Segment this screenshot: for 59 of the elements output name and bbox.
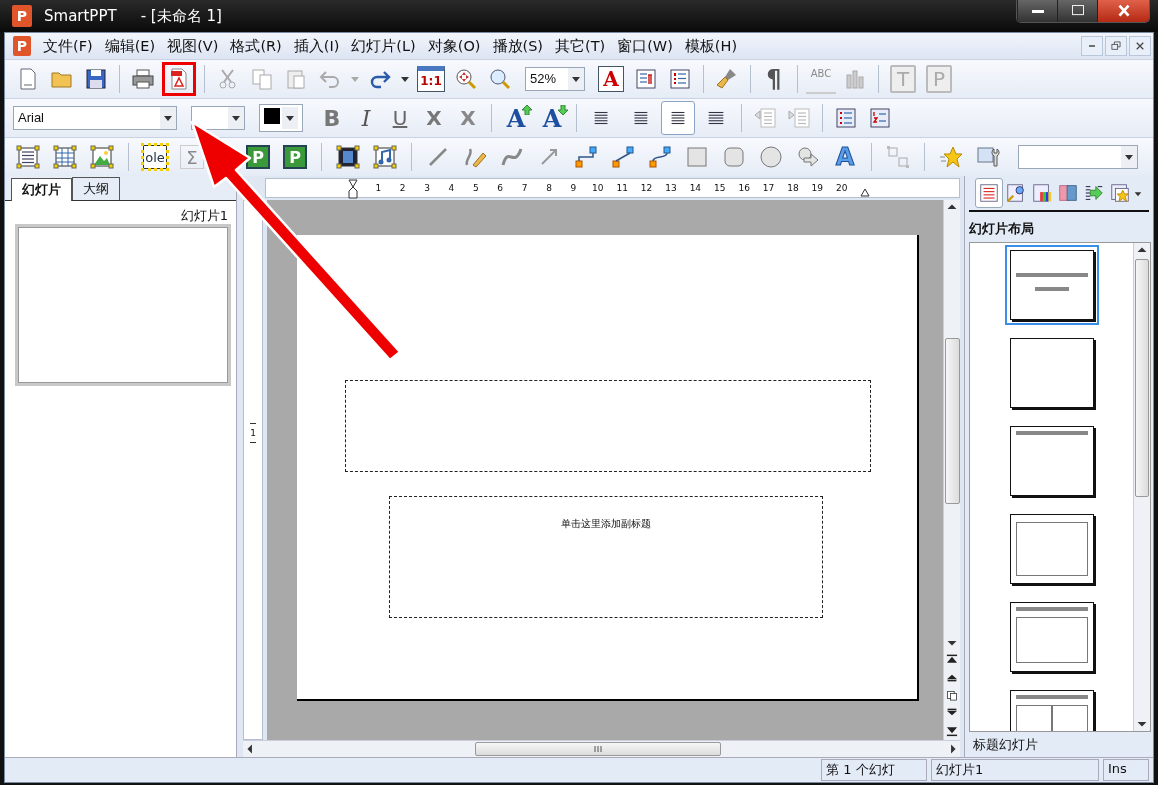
ole-object-button[interactable]: ole [143, 145, 167, 169]
ruler-number: 17 [761, 183, 776, 193]
ruler-number: 5 [471, 183, 480, 193]
menu-item[interactable]: 对象(O) [421, 36, 487, 56]
ruler-number: 6 [496, 183, 505, 193]
ruler-number: 1 [250, 423, 256, 443]
font-color-button[interactable]: A [598, 66, 624, 92]
app-icon: P [12, 5, 32, 27]
font-dropdown[interactable]: Arial [13, 106, 177, 130]
ruler-number: 7 [520, 183, 529, 193]
strikethrough-button[interactable]: X [419, 103, 449, 133]
ruler-number: 15 [713, 183, 727, 193]
status-field: 幻灯片1 [931, 759, 1099, 781]
panel-tab[interactable]: 大纲 [72, 177, 120, 200]
placeholder-text: 单击这里添加副标题 [561, 517, 652, 531]
document-title: - [未命名 1] [140, 6, 222, 26]
slide-label: 幻灯片1 [180, 207, 229, 225]
status-field: Ins [1103, 759, 1149, 781]
ruler-number: 11 [615, 183, 629, 193]
placeholder-button[interactable]: P [246, 145, 270, 169]
ruler-number: 4 [447, 183, 456, 193]
shrink-font-button[interactable]: A [536, 103, 568, 133]
bold-button[interactable]: B [317, 103, 347, 133]
ruler-number: 8 [545, 183, 553, 193]
ruler-number: 1 [374, 183, 383, 193]
subtitle-placeholder[interactable]: 单击这里添加副标题 [389, 496, 824, 618]
paragraph-mark-button[interactable]: ¶ [759, 64, 789, 94]
menu-item[interactable]: 幻灯片(L) [345, 36, 422, 56]
menu-item[interactable]: 模板(H) [678, 36, 744, 56]
ruler-number: 20 [834, 183, 849, 193]
underline-button[interactable]: U [385, 103, 415, 133]
ruler-number: 19 [810, 183, 825, 193]
grow-font-button[interactable]: A [500, 103, 532, 133]
ruler-number: 18 [786, 183, 800, 193]
ruler-number: 9 [569, 183, 578, 193]
menu-item[interactable]: 视图(V) [161, 36, 225, 56]
menu-item[interactable]: 编辑(E) [98, 36, 162, 56]
menu-item[interactable]: 插入(I) [287, 36, 346, 56]
menu-item[interactable]: 格式(R) [224, 36, 288, 56]
ruler-number: 16 [737, 183, 751, 193]
menu-item[interactable]: 文件(F) [37, 36, 99, 56]
actual-size-button[interactable]: 1:1 [417, 66, 445, 92]
ruler-number: 14 [688, 183, 703, 193]
app-icon: P [13, 36, 31, 56]
ruler-number: 10 [591, 183, 605, 193]
menu-item[interactable]: 其它(T) [549, 36, 612, 56]
ruler-number: 2 [398, 183, 407, 193]
ruler-number: 13 [664, 183, 678, 193]
italic-button[interactable]: I [351, 103, 381, 133]
menu-item[interactable]: 播放(S) [486, 36, 550, 56]
zoom-dropdown[interactable]: 52% [525, 67, 585, 91]
window-title: SmartPPT [44, 7, 117, 25]
panel-title: 幻灯片布局 [968, 220, 1035, 238]
menu-item[interactable]: 窗口(W) [611, 36, 679, 56]
placeholder-button[interactable]: P [283, 145, 307, 169]
ruler-number: 3 [423, 183, 431, 193]
status-field: 第 1 个幻灯 [821, 759, 927, 781]
panel-tab[interactable]: 幻灯片 [11, 178, 72, 201]
ruler-number: 12 [639, 183, 654, 193]
